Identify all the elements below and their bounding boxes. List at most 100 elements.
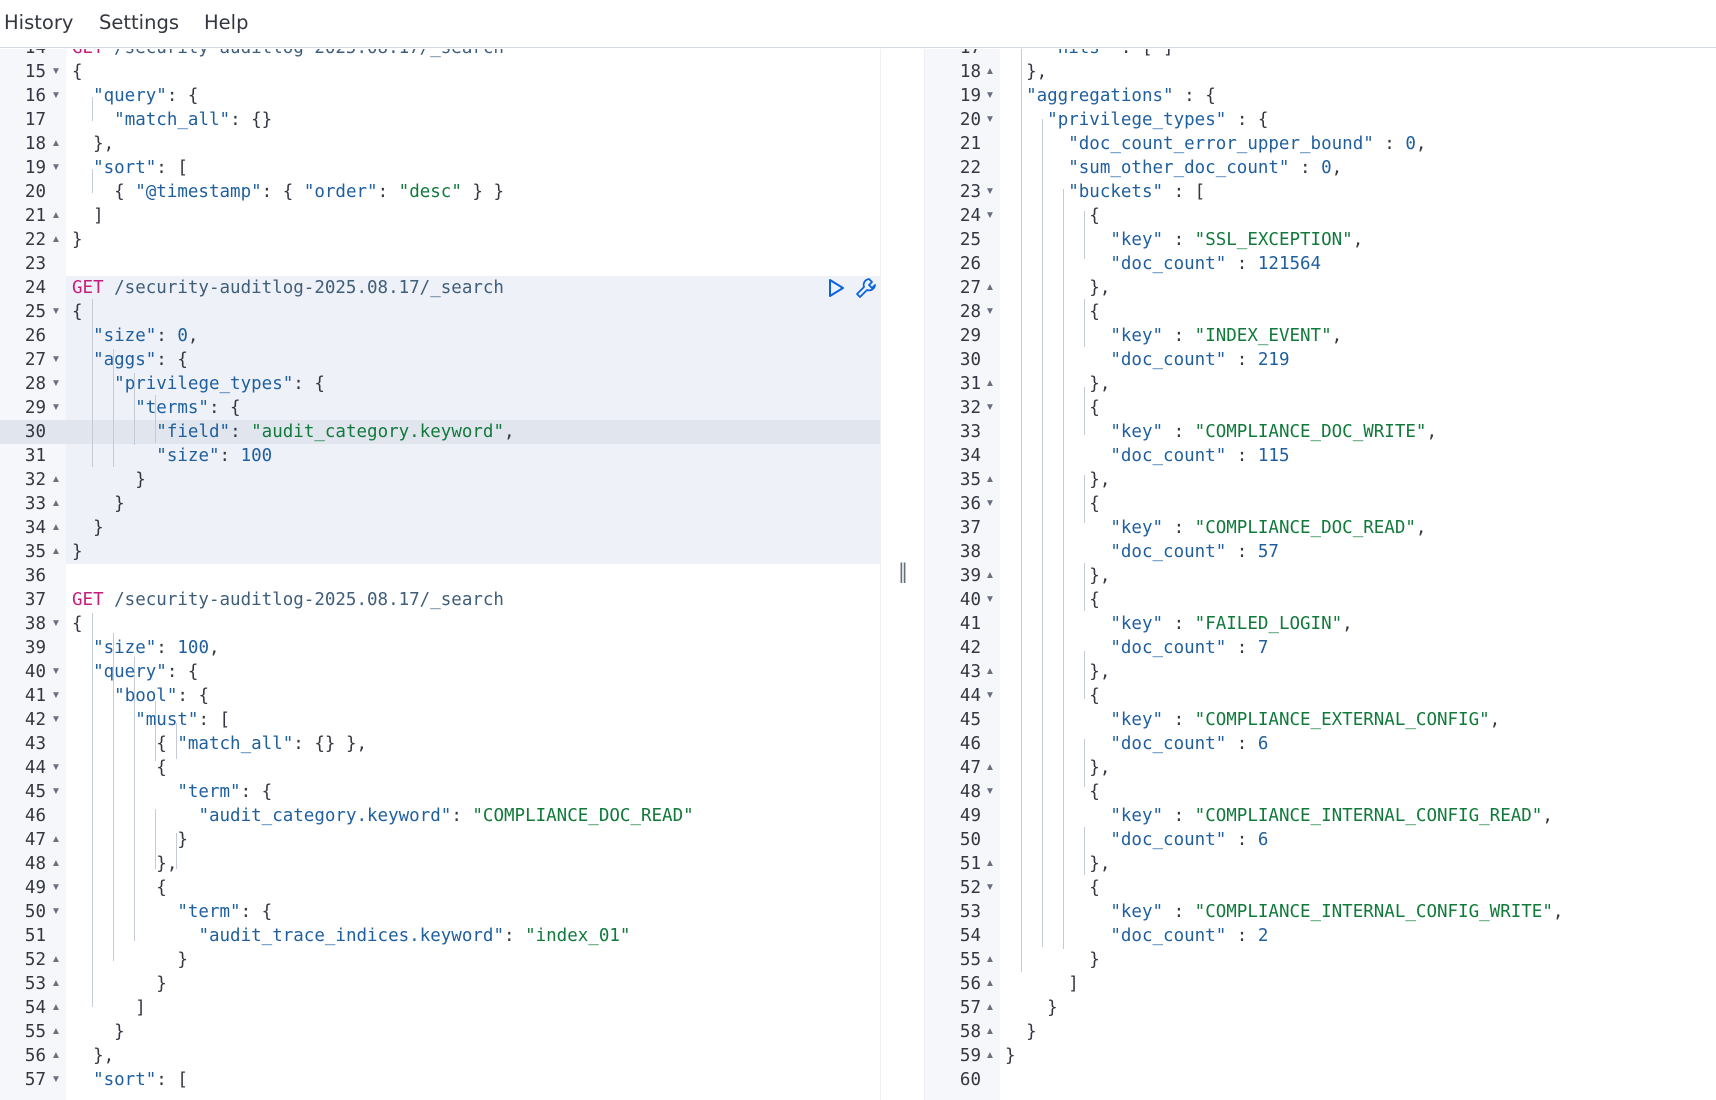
code-line[interactable]: 29 ▼ "terms": { xyxy=(0,396,880,420)
fold-collapse-icon[interactable]: ▼ xyxy=(51,60,61,84)
fold-expand-icon[interactable]: ▲ xyxy=(51,228,61,252)
code-line[interactable]: 50 "doc_count" : 6 xyxy=(925,828,1716,852)
fold-collapse-icon[interactable]: ▼ xyxy=(51,612,61,636)
fold-expand-icon[interactable]: ▲ xyxy=(51,132,61,156)
menu-settings[interactable]: Settings xyxy=(99,11,179,34)
fold-collapse-icon[interactable]: ▼ xyxy=(51,660,61,684)
fold-collapse-icon[interactable]: ▼ xyxy=(51,708,61,732)
fold-collapse-icon[interactable]: ▼ xyxy=(51,876,61,900)
code-line[interactable]: 14 GET /security-auditlog-2025.08.17/_sea… xyxy=(0,49,880,60)
wrench-icon[interactable] xyxy=(853,275,879,301)
code-line[interactable]: 33 ▲ } xyxy=(0,492,880,516)
fold-collapse-icon[interactable]: ▼ xyxy=(51,300,61,324)
code-line[interactable]: 36 xyxy=(0,564,880,588)
code-line[interactable]: 56 ▲ }, xyxy=(0,1044,880,1068)
fold-collapse-icon[interactable]: ▼ xyxy=(985,396,995,420)
fold-expand-icon[interactable]: ▲ xyxy=(51,1020,61,1044)
fold-expand-icon[interactable]: ▲ xyxy=(985,948,995,972)
fold-collapse-icon[interactable]: ▼ xyxy=(51,1068,61,1092)
code-line[interactable]: 54 ▲ ] xyxy=(0,996,880,1020)
code-line[interactable]: 42 "doc_count" : 7 xyxy=(925,636,1716,660)
code-line[interactable]: 45 ▼ "term": { xyxy=(0,780,880,804)
fold-expand-icon[interactable]: ▲ xyxy=(51,828,61,852)
code-line[interactable]: 55 ▲ } xyxy=(925,948,1716,972)
code-line[interactable]: 23 xyxy=(0,252,880,276)
fold-expand-icon[interactable]: ▲ xyxy=(51,540,61,564)
code-line[interactable]: 27 ▼ "aggs": { xyxy=(0,348,880,372)
code-line[interactable]: 28 ▼ { xyxy=(925,300,1716,324)
code-line[interactable]: 43 { "match_all": {} }, xyxy=(0,732,880,756)
fold-expand-icon[interactable]: ▲ xyxy=(985,852,995,876)
code-line[interactable]: 15 ▼ { xyxy=(0,60,880,84)
fold-expand-icon[interactable]: ▲ xyxy=(985,60,995,84)
fold-expand-icon[interactable]: ▲ xyxy=(51,852,61,876)
code-line[interactable]: 41 "key" : "FAILED_LOGIN", xyxy=(925,612,1716,636)
code-line[interactable]: 25 ▼ { xyxy=(0,300,880,324)
code-line[interactable]: 33 "key" : "COMPLIANCE_DOC_WRITE", xyxy=(925,420,1716,444)
fold-collapse-icon[interactable]: ▼ xyxy=(51,372,61,396)
fold-collapse-icon[interactable]: ▼ xyxy=(985,180,995,204)
code-line[interactable]: 26 "doc_count" : 121564 xyxy=(925,252,1716,276)
code-line[interactable]: 53 ▲ } xyxy=(0,972,880,996)
fold-collapse-icon[interactable]: ▼ xyxy=(985,300,995,324)
code-line[interactable]: 56 ▲ ] xyxy=(925,972,1716,996)
code-line[interactable]: 32 ▼ { xyxy=(925,396,1716,420)
code-line[interactable]: 16 ▼ "query": { xyxy=(0,84,880,108)
request-editor[interactable]: 14 GET /security-auditlog-2025.08.17/_sea… xyxy=(0,49,880,1100)
fold-expand-icon[interactable]: ▲ xyxy=(51,516,61,540)
code-line[interactable]: 48 ▲ }, xyxy=(0,852,880,876)
fold-expand-icon[interactable]: ▲ xyxy=(51,468,61,492)
code-line[interactable]: 57 ▼ "sort": [ xyxy=(0,1068,880,1092)
code-line[interactable]: 35 ▲ }, xyxy=(925,468,1716,492)
code-line[interactable]: 51 "audit_trace_indices.keyword": "index… xyxy=(0,924,880,948)
fold-collapse-icon[interactable]: ▼ xyxy=(51,396,61,420)
code-line[interactable]: 54 "doc_count" : 2 xyxy=(925,924,1716,948)
fold-collapse-icon[interactable]: ▼ xyxy=(985,108,995,132)
fold-expand-icon[interactable]: ▲ xyxy=(985,1044,995,1068)
code-line[interactable]: 39 ▲ }, xyxy=(925,564,1716,588)
code-line[interactable]: 48 ▼ { xyxy=(925,780,1716,804)
code-line[interactable]: 21 "doc_count_error_upper_bound" : 0, xyxy=(925,132,1716,156)
fold-expand-icon[interactable]: ▲ xyxy=(985,996,995,1020)
code-line[interactable]: 52 ▲ } xyxy=(0,948,880,972)
code-line[interactable]: 25 "key" : "SSL_EXCEPTION", xyxy=(925,228,1716,252)
fold-expand-icon[interactable]: ▲ xyxy=(51,972,61,996)
fold-collapse-icon[interactable]: ▼ xyxy=(51,348,61,372)
pane-resizer[interactable]: ‖ xyxy=(880,49,925,1100)
code-line[interactable]: 40 ▼ "query": { xyxy=(0,660,880,684)
code-line[interactable]: 49 "key" : "COMPLIANCE_INTERNAL_CONFIG_R… xyxy=(925,804,1716,828)
code-line[interactable]: 30 "field": "audit_category.keyword", xyxy=(0,420,880,444)
fold-collapse-icon[interactable]: ▼ xyxy=(51,84,61,108)
fold-expand-icon[interactable]: ▲ xyxy=(985,972,995,996)
code-line[interactable]: 53 "key" : "COMPLIANCE_INTERNAL_CONFIG_W… xyxy=(925,900,1716,924)
code-line[interactable]: 57 ▲ } xyxy=(925,996,1716,1020)
response-viewer[interactable]: 17 "hits" : [ ]18▲ },19▼ "aggregations" … xyxy=(925,49,1716,1100)
fold-expand-icon[interactable]: ▲ xyxy=(985,564,995,588)
fold-expand-icon[interactable]: ▲ xyxy=(985,372,995,396)
fold-collapse-icon[interactable]: ▼ xyxy=(985,684,995,708)
code-line[interactable]: 31 ▲ }, xyxy=(925,372,1716,396)
play-icon[interactable] xyxy=(823,275,849,301)
code-line[interactable]: 17 "match_all": {} xyxy=(0,108,880,132)
code-line[interactable]: 40 ▼ { xyxy=(925,588,1716,612)
code-line[interactable]: 42 ▼ "must": [ xyxy=(0,708,880,732)
code-line[interactable]: 17 "hits" : [ ] xyxy=(925,49,1716,60)
code-line[interactable]: 24 GET /security-auditlog-2025.08.17/_sea… xyxy=(0,276,880,300)
code-line[interactable]: 34 ▲ } xyxy=(0,516,880,540)
code-line[interactable]: 38 ▼ { xyxy=(0,612,880,636)
code-line[interactable]: 41 ▼ "bool": { xyxy=(0,684,880,708)
menu-help[interactable]: Help xyxy=(204,11,248,34)
code-line[interactable]: 20 ▼ "privilege_types" : { xyxy=(925,108,1716,132)
code-line[interactable]: 46 "doc_count" : 6 xyxy=(925,732,1716,756)
code-line[interactable]: 32 ▲ } xyxy=(0,468,880,492)
code-line[interactable]: 60 xyxy=(925,1068,1716,1092)
fold-collapse-icon[interactable]: ▼ xyxy=(985,780,995,804)
code-line[interactable]: 44 ▼ { xyxy=(925,684,1716,708)
fold-expand-icon[interactable]: ▲ xyxy=(985,468,995,492)
fold-collapse-icon[interactable]: ▼ xyxy=(51,156,61,180)
code-line[interactable]: 26 "size": 0, xyxy=(0,324,880,348)
code-line[interactable]: 18 ▲ }, xyxy=(925,60,1716,84)
menu-history[interactable]: History xyxy=(4,11,73,34)
fold-expand-icon[interactable]: ▲ xyxy=(51,996,61,1020)
fold-collapse-icon[interactable]: ▼ xyxy=(51,756,61,780)
